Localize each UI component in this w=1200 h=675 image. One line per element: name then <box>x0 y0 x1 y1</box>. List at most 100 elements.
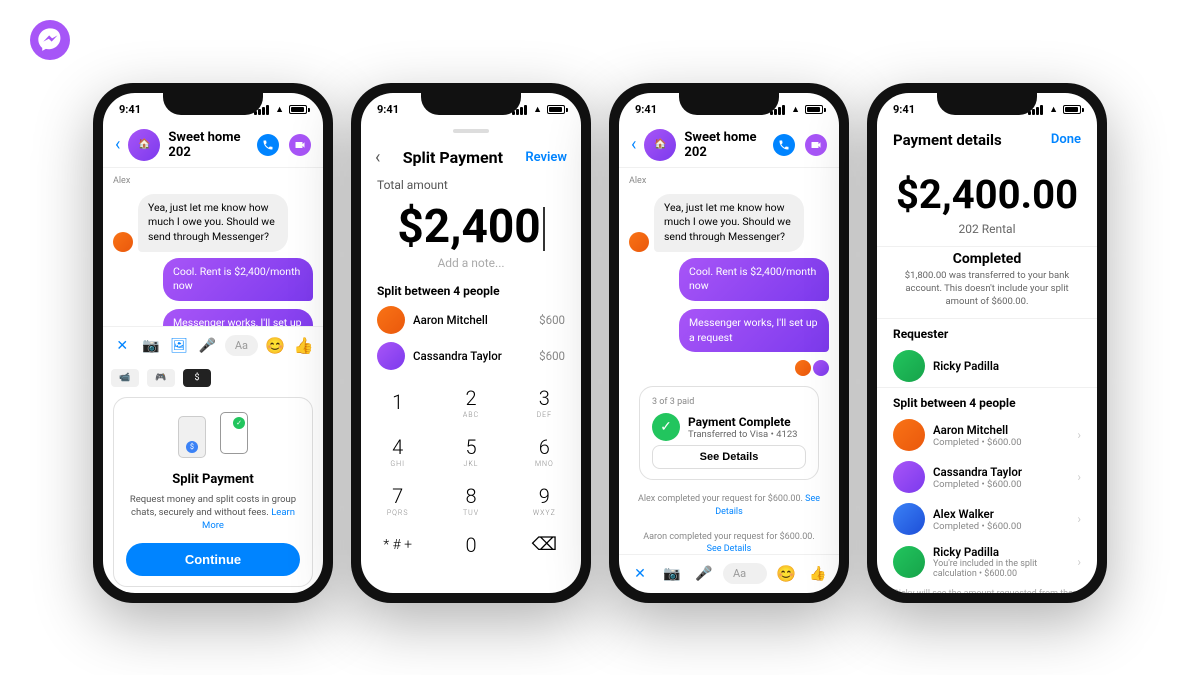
video-call-icon[interactable] <box>289 134 311 156</box>
alex-message-3: Yea, just let me know how much I owe you… <box>654 194 804 252</box>
phone-4: 9:41 ▲ Payment details Done $2,400.00 20… <box>867 83 1107 603</box>
cassandra-status-4: Completed • $600.00 <box>933 479 1069 490</box>
cancel-icon[interactable]: ✕ <box>111 333 133 359</box>
cassandra-avatar <box>377 342 405 370</box>
key-3[interactable]: 3DEF <box>508 378 581 427</box>
aaron-avatar <box>377 306 405 334</box>
requester-avatar <box>893 350 925 382</box>
ricky-status-4: You're included in the split calculation… <box>933 559 1069 579</box>
total-amount-label: Total amount <box>361 174 581 192</box>
alex-name-4: Alex Walker <box>933 507 1069 521</box>
message-input-1[interactable]: Aa <box>225 335 258 356</box>
toolbar-1: ✕ 📷 🖼 🎤 Aa 😊 👍 <box>103 326 323 365</box>
key-5[interactable]: 5JKL <box>434 427 507 476</box>
money-icon[interactable]: $ <box>183 369 211 387</box>
phone-1: 9:41 ▲ ‹ 🏠 Sweet home 202 <box>93 83 333 603</box>
see-details-2[interactable]: See Details <box>707 544 752 553</box>
person-detail-row-2[interactable]: Cassandra Taylor Completed • $600.00 › <box>877 456 1097 498</box>
ricky-avatar-4 <box>893 546 925 578</box>
video-mini-icon[interactable]: 📹 <box>111 369 139 387</box>
split-between-label: Split between 4 people <box>361 278 581 302</box>
payment-details-header: Payment details Done <box>877 123 1097 155</box>
notch-3 <box>679 93 779 115</box>
key-9[interactable]: 9WXYZ <box>508 476 581 525</box>
emoji-icon[interactable]: 😊 <box>264 333 286 359</box>
pc-check-icon: ✓ <box>652 413 680 441</box>
camera-icon-3[interactable]: 📷 <box>659 561 685 587</box>
chevron-1: › <box>1077 428 1081 442</box>
person-detail-row-1[interactable]: Aaron Mitchell Completed • $600.00 › <box>877 414 1097 456</box>
image-icon[interactable]: 🖼 <box>168 333 190 359</box>
aaron-amount: $600 <box>539 313 565 327</box>
person-detail-row-3[interactable]: Alex Walker Completed • $600.00 › <box>877 498 1097 540</box>
user-msg-3b: Messenger works, I'll set up a request <box>679 309 829 352</box>
mic-icon-3[interactable]: 🎤 <box>691 561 717 587</box>
mic-icon[interactable]: 🎤 <box>196 333 218 359</box>
notch-1 <box>163 93 263 115</box>
key-2[interactable]: 2ABC <box>434 378 507 427</box>
phone-call-icon[interactable] <box>257 134 279 156</box>
payment-amount: $2,400.00 <box>877 155 1097 222</box>
requester-label: Requester <box>877 319 1097 345</box>
split-payment-header: ‹ Split Payment Review <box>361 139 581 174</box>
done-button[interactable]: Done <box>1051 132 1081 147</box>
back-arrow-3[interactable]: ‹ <box>631 134 636 155</box>
key-0[interactable]: 0 <box>434 525 507 565</box>
key-backspace[interactable]: ⌫ <box>508 525 581 565</box>
send-icon[interactable]: 👍 <box>293 333 315 359</box>
cancel-icon-3[interactable]: ✕ <box>627 561 653 587</box>
see-details-button[interactable]: See Details <box>652 445 806 469</box>
review-button[interactable]: Review <box>525 150 567 165</box>
status-msg-1: Alex completed your request for $600.00.… <box>629 490 829 521</box>
key-4[interactable]: 4GHI <box>361 427 434 476</box>
chevron-2: › <box>1077 470 1081 484</box>
key-6[interactable]: 6MNO <box>508 427 581 476</box>
add-note-field[interactable]: Add a note... <box>361 256 581 278</box>
requester-name: Ricky Padilla <box>933 359 1081 373</box>
chevron-3: › <box>1077 512 1081 526</box>
continue-button[interactable]: Continue <box>126 543 300 576</box>
aaron-status-4: Completed • $600.00 <box>933 437 1069 448</box>
alex-avatar-3 <box>629 232 649 252</box>
aaron-name-4: Aaron Mitchell <box>933 423 1069 437</box>
key-1[interactable]: 1 <box>361 378 434 427</box>
drag-handle-2 <box>453 129 489 133</box>
back-arrow-2[interactable]: ‹ <box>375 147 380 168</box>
games-icon[interactable]: 🎮 <box>147 369 175 387</box>
like-icon-3[interactable]: 👍 <box>805 561 831 587</box>
split-payment-card: $ ✓ Split Payment Request money and spli… <box>113 397 313 587</box>
payment-status: Completed <box>877 247 1097 269</box>
alex-message-1: Yea, just let me know how much I owe you… <box>138 194 288 252</box>
messenger-logo <box>30 20 70 60</box>
key-8[interactable]: 8TUV <box>434 476 507 525</box>
person-detail-row-4[interactable]: Ricky Padilla You're included in the spl… <box>877 540 1097 584</box>
back-arrow-1[interactable]: ‹ <box>115 134 120 155</box>
split-card-desc: Request money and split costs in group c… <box>126 493 300 533</box>
emoji-icon-3[interactable]: 😊 <box>773 561 799 587</box>
cassandra-avatar-4 <box>893 461 925 493</box>
key-7[interactable]: 7PQRS <box>361 476 434 525</box>
phone-call-icon-3[interactable] <box>773 134 795 156</box>
key-star[interactable]: * # + <box>361 525 434 565</box>
chat-header-1: ‹ 🏠 Sweet home 202 <box>103 123 323 168</box>
phone-2: 9:41 ▲ ‹ Split Payment Review Total amou… <box>351 83 591 603</box>
msg-sender-alex-1: Alex <box>113 176 313 186</box>
numpad: 1 2ABC 3DEF 4GHI 5JKL 6MNO 7PQRS 8TUV 9W… <box>361 378 581 565</box>
read-avatars <box>795 360 829 376</box>
phone-mini-right: ✓ <box>220 412 248 454</box>
aaron-name: Aaron Mitchell <box>413 313 531 327</box>
message-input-3[interactable]: Aa <box>723 563 767 584</box>
notch-2 <box>421 93 521 115</box>
toolbar-3: ✕ 📷 🎤 Aa 😊 👍 <box>619 554 839 593</box>
alex-avatar-1 <box>113 232 133 252</box>
phone-3: 9:41 ▲ ‹ 🏠 Sweet home 202 <box>609 83 849 603</box>
user-msg-3a: Cool. Rent is $2,400/month now <box>679 258 829 301</box>
user-msg-2: Messenger works, I'll set up a request <box>163 309 313 326</box>
camera-icon[interactable]: 📷 <box>139 333 161 359</box>
video-call-icon-3[interactable] <box>805 134 827 156</box>
chat-messages-3: Alex Yea, just let me know how much I ow… <box>619 168 839 554</box>
chat-name-3: Sweet home 202 <box>684 130 765 160</box>
aaron-avatar-4 <box>893 419 925 451</box>
payment-details-title: Payment details <box>893 131 1002 149</box>
phone-mini-left: $ <box>178 416 206 458</box>
